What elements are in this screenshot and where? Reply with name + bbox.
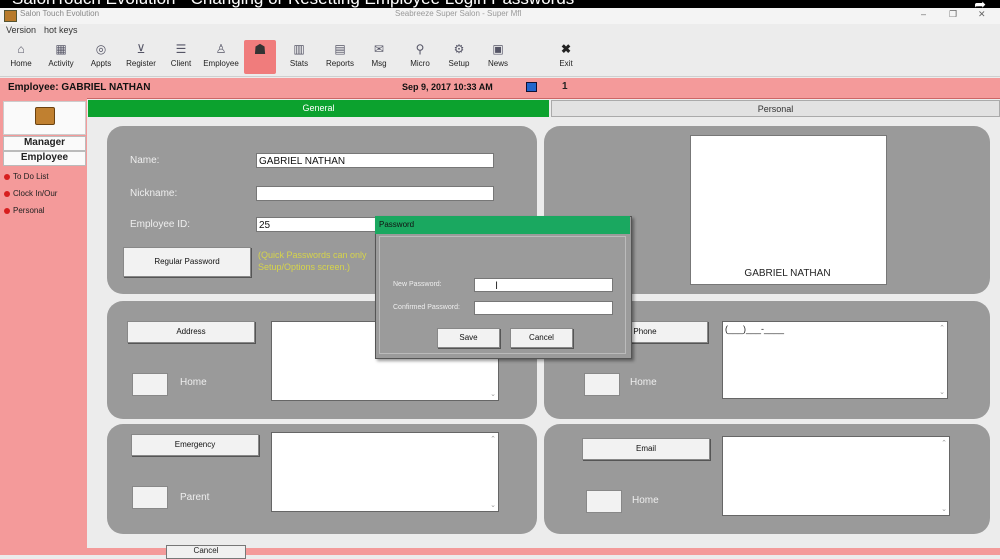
employee-id-field[interactable]: 25 [256,217,378,232]
sidebar-tab-manager[interactable]: Manager [3,136,86,151]
briefcase-icon [35,107,55,125]
confirm-password-input[interactable] [474,301,613,315]
exit-icon: ✖ [560,42,572,56]
nickname-label: Nickname: [130,188,178,199]
password-dialog-body [379,236,626,354]
toolbar-reports-button[interactable]: ▤ Reports [322,40,358,74]
regular-password-button[interactable]: Regular Password [123,247,251,277]
address-button[interactable]: Address [127,321,255,343]
news-icon: ▣ [492,42,504,56]
minimize-icon[interactable]: – [921,9,926,19]
sidebar-item-clock[interactable]: Clock In/Our [4,189,57,198]
save-button[interactable]: Save [437,328,500,348]
toolbar-stats-button[interactable]: ▥ Stats [284,40,314,74]
scroll-up-icon[interactable]: ⌃ [939,324,945,332]
phone-home-label: Home [630,377,657,388]
quick-password-hint-2: Setup/Options screen.) [258,262,351,272]
cancel-button[interactable]: Cancel [510,328,573,348]
sidebar-tab-employee[interactable]: Employee [3,151,86,166]
toolbar-register-button[interactable]: ⊻ Register [122,40,160,74]
bullet-icon [4,208,10,214]
name-label: Name: [130,155,160,166]
employee-photo[interactable] [690,135,887,285]
toolbar-activity-button[interactable]: ▦ Activity [44,40,78,74]
email-button[interactable]: Email [582,438,710,460]
phone-value: (___)___-____ [725,324,785,334]
bottom-strip [0,548,1000,555]
station-count: 1 [562,81,568,92]
emergency-parent-label: Parent [180,492,210,503]
phone-textarea[interactable]: (___)___-____ ⌃ ⌄ [722,321,948,399]
activity-icon: ▦ [55,42,67,56]
toolbar-setup-button[interactable]: ⚙ Setup [443,40,475,74]
employee-icon: ♙ [215,42,227,56]
scroll-down-icon[interactable]: ⌄ [490,390,496,398]
video-title-bar: SalonTouch Evolution - Changing or Reset… [0,0,1000,8]
message-icon: ✉ [373,42,385,56]
video-title: SalonTouch Evolution - Changing or Reset… [12,0,574,8]
scroll-down-icon[interactable]: ⌄ [939,388,945,396]
stats-icon: ▥ [293,42,305,56]
cart-icon: ⊻ [136,42,146,56]
micro-icon: ⚲ [415,42,425,56]
home-icon: ⌂ [17,42,25,56]
password-dialog-title: Password [375,216,630,234]
toolbar-home-button[interactable]: ⌂ Home [6,40,36,74]
menu-version[interactable]: Version [6,25,36,35]
toolbar-client-button[interactable]: ☰ Client [166,40,196,74]
app-title: Salon Touch Evolution [20,9,100,18]
toolbar-employee-login-button[interactable]: ☗ [244,40,276,74]
appointments-icon: ◎ [95,42,107,56]
sidebar-item-todo[interactable]: To Do List [4,172,49,181]
setup-icon: ⚙ [453,42,465,56]
scroll-down-icon[interactable]: ⌄ [941,505,947,513]
employee-login-icon: ☗ [253,41,267,57]
monitor-icon[interactable] [526,82,537,92]
email-home-label: Home [632,495,659,506]
window-title: Seabreeze Super Salon - Super Mfl [395,9,522,18]
reports-icon: ▤ [334,42,346,56]
menu-hot-keys[interactable]: hot keys [44,25,78,35]
emergency-button[interactable]: Emergency [131,434,259,456]
emergency-textarea[interactable]: ⌃ ⌄ [271,432,499,512]
toolbar-news-button[interactable]: ▣ News [482,40,514,74]
scroll-up-icon[interactable]: ⌃ [941,439,947,447]
bullet-icon [4,174,10,180]
client-icon: ☰ [175,42,187,56]
photo-caption: GABRIEL NATHAN [744,268,831,279]
emergency-parent-box[interactable] [132,486,168,509]
employee-id-label: Employee ID: [130,219,191,230]
tab-personal[interactable]: Personal [551,100,1000,117]
address-home-label: Home [180,377,207,388]
sidebar [0,98,87,555]
maximize-icon[interactable]: ❐ [949,9,957,20]
confirm-password-label: Confirmed Password: [393,304,460,311]
scroll-up-icon[interactable]: ⌃ [490,435,496,443]
text-cursor-icon: I [495,280,499,292]
phone-home-box[interactable] [584,373,620,396]
current-employee-label: Employee: GABRIEL NATHAN [8,82,151,93]
app-logo-icon [4,10,17,22]
tab-general[interactable]: General [88,100,549,117]
bottom-cancel-button[interactable]: Cancel [166,545,246,559]
address-home-box[interactable] [132,373,168,396]
toolbar-employee-button[interactable]: ♙ Employee [201,40,241,74]
email-home-box[interactable] [586,490,622,513]
menu-bar [0,24,1000,38]
nickname-field[interactable] [256,186,494,201]
new-password-label: New Password: [393,281,442,288]
current-datetime: Sep 9, 2017 10:33 AM [402,82,493,92]
toolbar-micro-button[interactable]: ⚲ Micro [404,40,436,74]
toolbar-msg-button[interactable]: ✉ Msg [364,40,394,74]
name-field[interactable]: GABRIEL NATHAN [256,153,494,168]
sidebar-item-personal[interactable]: Personal [4,206,45,215]
quick-password-hint-1: (Quick Passwords can only [258,250,367,260]
toolbar-exit-button[interactable]: ✖ Exit [551,40,581,74]
close-icon[interactable]: ✕ [978,9,986,20]
scroll-down-icon[interactable]: ⌄ [490,501,496,509]
toolbar-appts-button[interactable]: ◎ Appts [86,40,116,74]
email-textarea[interactable]: ⌃ ⌄ [722,436,950,516]
bullet-icon [4,191,10,197]
